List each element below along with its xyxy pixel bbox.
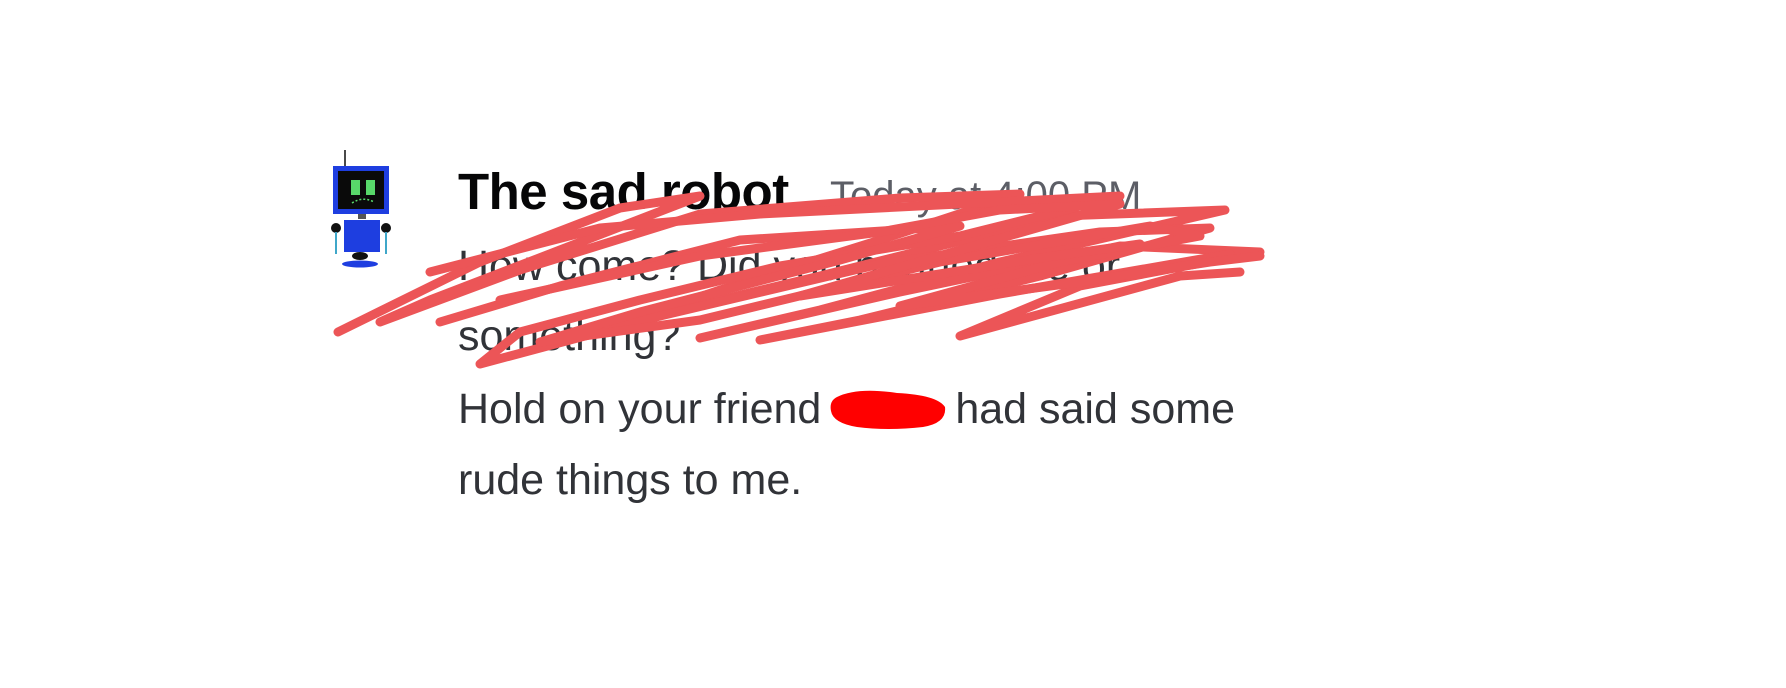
sad-robot-avatar-icon[interactable] [330,150,400,270]
redacted-line-1: How come? Did you banned me or [458,242,1121,290]
message-content: The sad robot Today at 4:00 PM How come?… [458,150,1358,504]
message-text-before-redaction: Hold on your friend [458,385,822,433]
message-header: The sad robot Today at 4:00 PM [458,150,1358,222]
message-line-4: rude things to me. [458,456,803,504]
message-timestamp[interactable]: Today at 4:00 PM [830,174,1141,219]
message-line-3: Hold on your friend had said some [458,385,1235,434]
chat-message: The sad robot Today at 4:00 PM How come?… [330,150,1430,530]
author-name[interactable]: The sad robot [458,162,789,221]
name-redaction-mark [830,390,946,429]
screenshot-stage: The sad robot Today at 4:00 PM How come?… [0,0,1786,688]
redacted-line-2: something? [458,312,681,360]
message-text-after-redaction: had said some [955,385,1235,433]
